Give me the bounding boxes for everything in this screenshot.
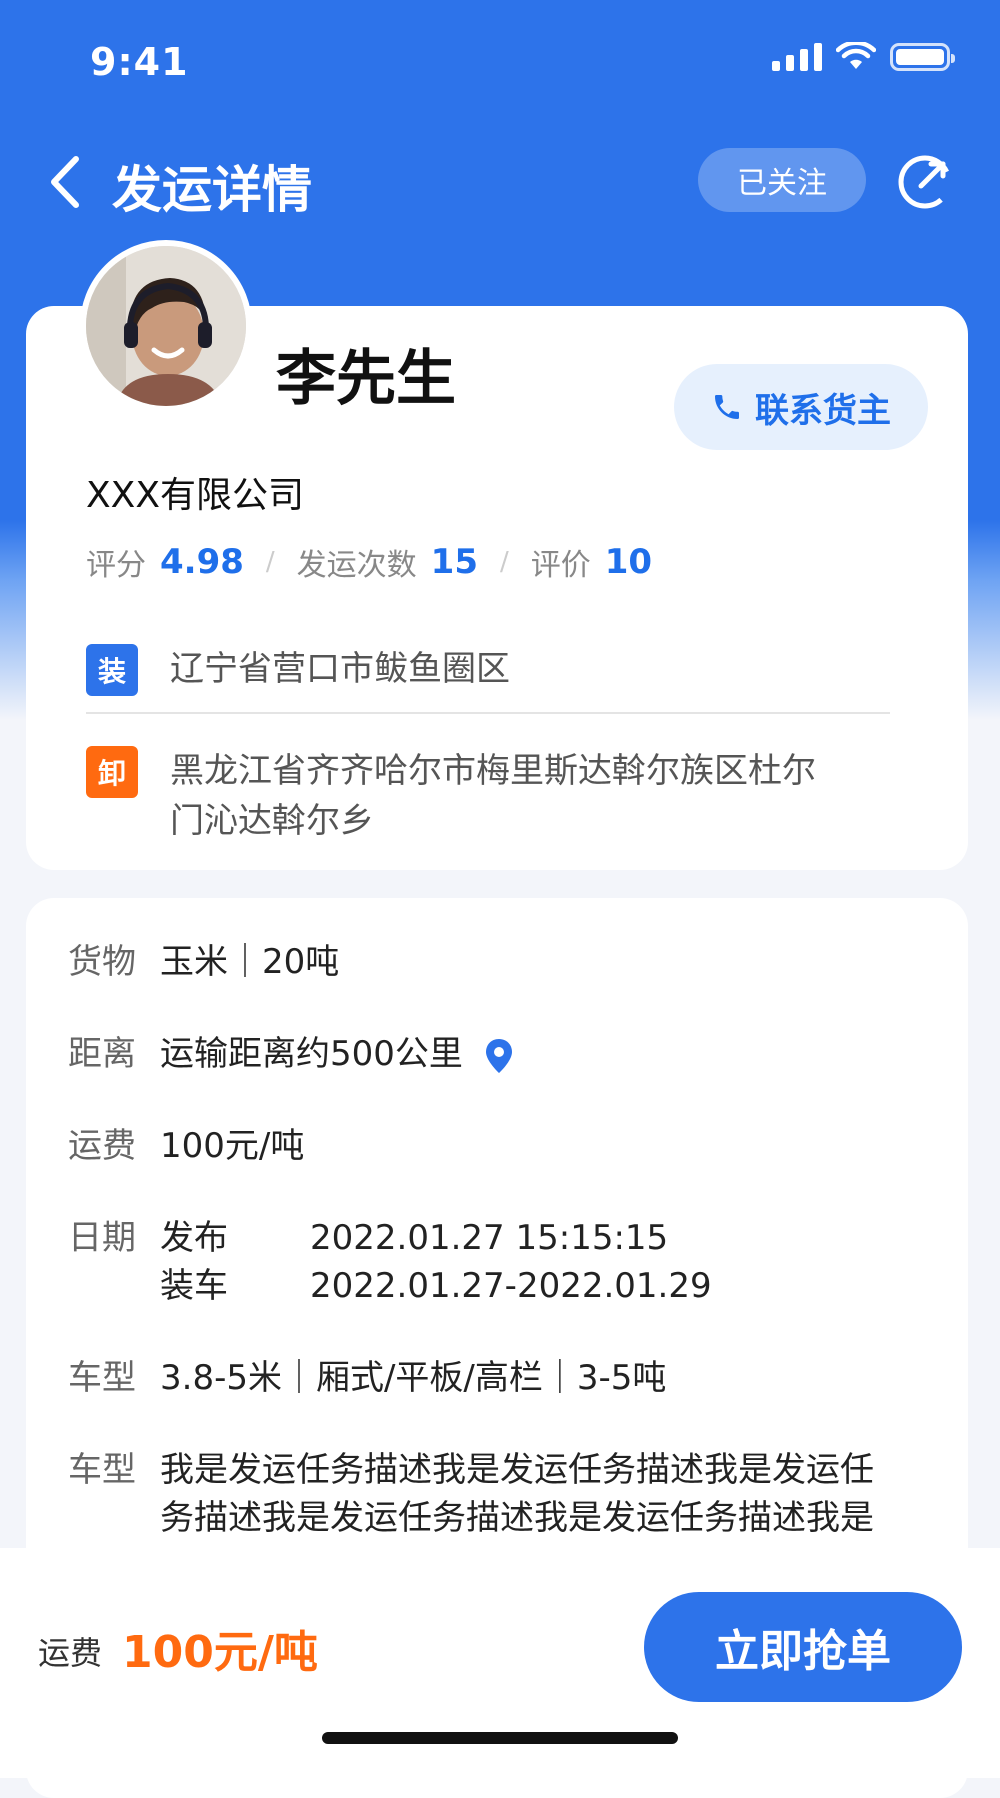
grab-order-button[interactable]: 立即抢单: [644, 1592, 962, 1702]
distance-value: 运输距离约500公里: [160, 1034, 463, 1074]
status-time: 9:41: [90, 40, 189, 84]
owner-name: 李先生: [276, 344, 456, 414]
stat-label-reviews: 评价: [530, 548, 591, 583]
wifi-icon: [836, 42, 876, 69]
distance-row: 距离 运输距离约500公里: [68, 1030, 514, 1078]
stat-label-shipments: 发运次数: [296, 548, 417, 583]
date-row: 日期 发布 2022.01.27 15:15:15 装车 2022.01.27-…: [68, 1214, 712, 1310]
distance-label: 距离: [68, 1034, 136, 1074]
cargo-label: 货物: [68, 942, 136, 982]
unload-address-line1: 黑龙江省齐齐哈尔市梅里斯达斡尔族区杜尔: [170, 751, 816, 791]
bottom-fee-label: 运费: [38, 1634, 103, 1672]
description-text: 我是发运任务描述我是发运任务描述我是发运任 务描述我是发运任务描述我是发运任务描…: [160, 1446, 874, 1542]
contact-owner-label: 联系货主: [755, 390, 891, 431]
description-row: 车型 我是发运任务描述我是发运任务描述我是发运任 务描述我是发运任务描述我是发运…: [68, 1446, 874, 1542]
bottom-fee-value: 100元/吨: [122, 1627, 318, 1678]
page-title: 发运详情: [112, 161, 312, 219]
vehicle-label: 车型: [68, 1358, 136, 1398]
publish-date-value: 2022.01.27 15:15:15: [310, 1218, 669, 1258]
phone-icon: [715, 395, 739, 419]
status-bar: 9:41: [0, 0, 1000, 120]
date-label: 日期: [68, 1218, 136, 1258]
load-address: 辽宁省营口市鲅鱼圈区: [170, 649, 510, 689]
cargo-row: 货物 玉米｜20吨: [68, 938, 339, 986]
cargo-value: 玉米｜20吨: [160, 942, 340, 982]
description-label: 车型: [68, 1450, 136, 1490]
load-tag: 装: [86, 644, 138, 696]
location-pin-icon[interactable]: [484, 1037, 514, 1075]
company-name: XXX有限公司: [86, 475, 304, 516]
loading-date-value: 2022.01.27-2022.01.29: [310, 1266, 712, 1306]
chevron-left-icon[interactable]: [40, 152, 90, 212]
stat-label-rating: 评分: [86, 548, 146, 583]
stat-value-reviews: 10: [604, 542, 653, 582]
bottom-action-bar: 运费 100元/吨 立即抢单: [0, 1548, 1000, 1778]
follow-button[interactable]: 已关注: [698, 148, 866, 212]
description-line1: 我是发运任务描述我是发运任务描述我是发运任: [160, 1450, 874, 1490]
distance-value-wrap: 运输距离约500公里: [160, 1030, 514, 1078]
vehicle-value: 3.8-5米｜厢式/平板/高栏｜3-5吨: [160, 1358, 667, 1398]
stat-separator: /: [499, 547, 509, 577]
unload-tag: 卸: [86, 746, 138, 798]
stat-value-shipments: 15: [430, 542, 478, 582]
home-indicator: [322, 1732, 678, 1744]
battery-icon: [890, 43, 955, 71]
freight-label: 运费: [68, 1126, 136, 1166]
publish-date-label: 发布: [160, 1218, 228, 1258]
share-icon[interactable]: [895, 152, 955, 212]
freight-row: 运费 100元/吨: [68, 1122, 304, 1170]
unload-address-line2: 门沁达斡尔乡: [170, 801, 374, 841]
avatar: [80, 240, 252, 412]
contact-owner-button[interactable]: 联系货主: [674, 364, 928, 450]
route-divider: [86, 712, 890, 714]
vehicle-row: 车型 3.8-5米｜厢式/平板/高栏｜3-5吨: [68, 1354, 666, 1402]
nav-bar: 发运详情 已关注: [0, 130, 1000, 230]
freight-value: 100元/吨: [160, 1126, 305, 1166]
unload-address-row: 卸 黑龙江省齐齐哈尔市梅里斯达斡尔族区杜尔 门沁达斡尔乡: [86, 746, 816, 846]
date-values: 发布 2022.01.27 15:15:15 装车 2022.01.27-202…: [160, 1214, 712, 1310]
description-line2: 务描述我是发运任务描述我是发运任务描述我是: [160, 1498, 874, 1538]
load-address-row: 装 辽宁省营口市鲅鱼圈区: [86, 644, 510, 696]
cellular-signal-icon: [772, 43, 822, 71]
unload-address: 黑龙江省齐齐哈尔市梅里斯达斡尔族区杜尔 门沁达斡尔乡: [170, 746, 816, 846]
stat-separator: /: [265, 547, 275, 577]
loading-date-label: 装车: [160, 1266, 228, 1306]
owner-stats: 评分 4.98 / 发运次数 15 / 评价 10: [86, 540, 652, 584]
status-icons: [772, 42, 955, 72]
stat-value-rating: 4.98: [160, 542, 244, 582]
